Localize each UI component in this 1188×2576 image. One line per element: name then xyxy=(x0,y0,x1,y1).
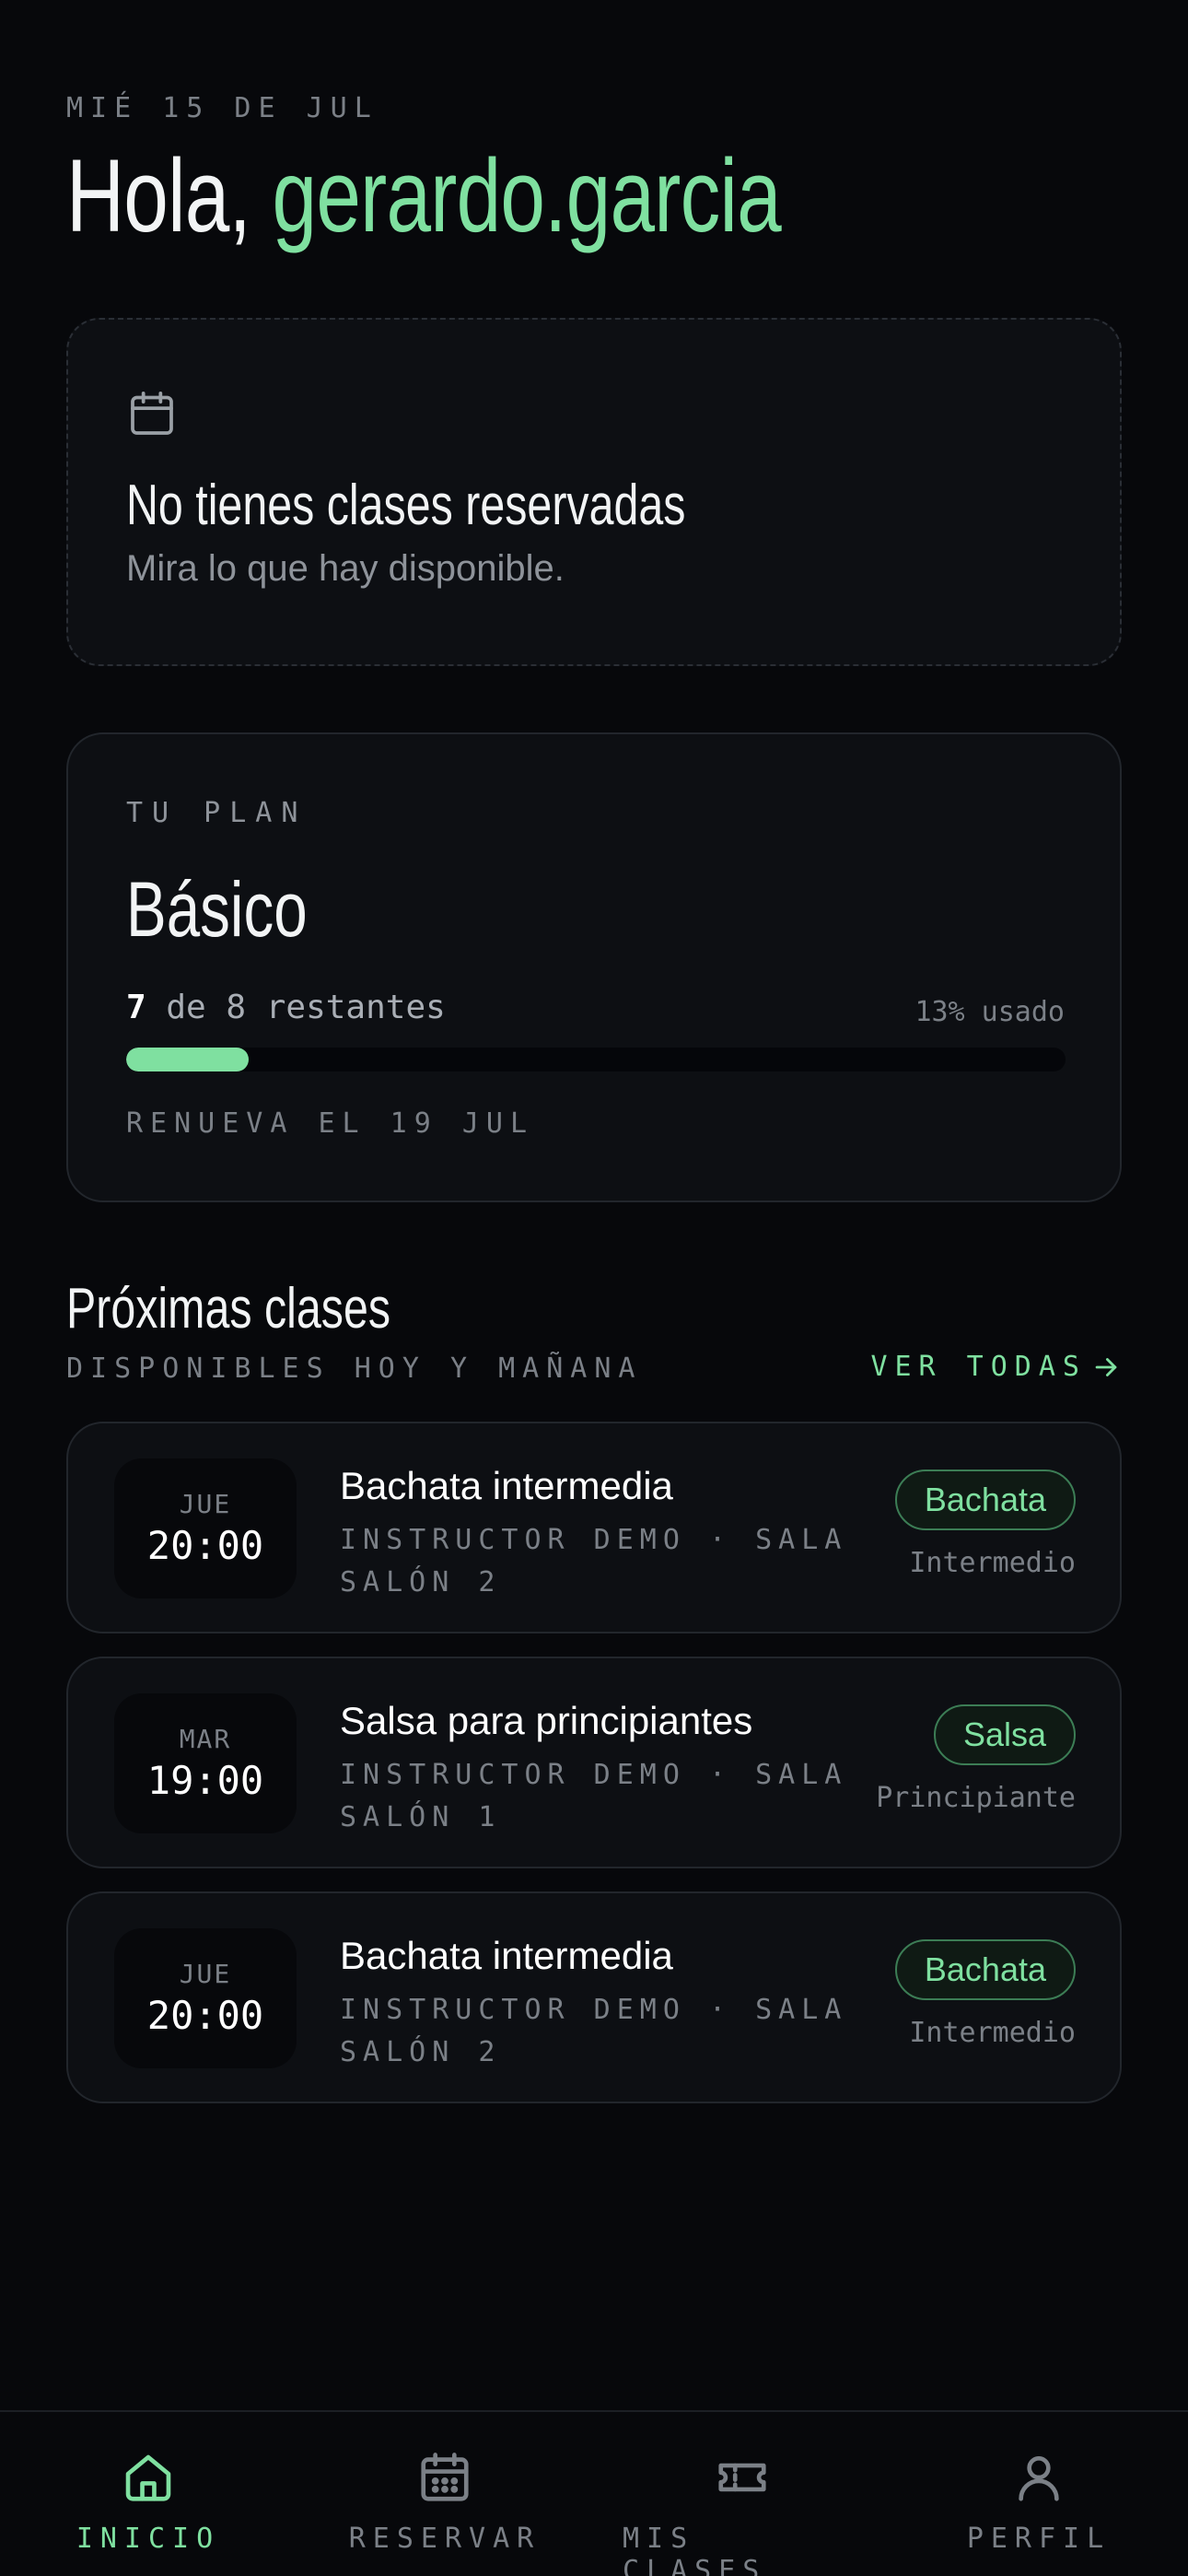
plan-remaining-count: 7 xyxy=(126,989,146,1026)
class-time: 20:00 xyxy=(146,1993,264,2038)
class-time-box: JUE 20:00 xyxy=(114,1458,297,1598)
user-icon xyxy=(1019,2456,1059,2501)
nav-item-mis-clases[interactable]: MIS CLASES xyxy=(623,2449,862,2576)
plan-remaining-text: de 8 restantes xyxy=(146,989,446,1026)
see-all-label: VER TODAS xyxy=(870,1351,1087,1383)
calendar-icon xyxy=(421,2453,469,2501)
no-bookings-card[interactable]: No tienes clases reservadas Mira lo que … xyxy=(66,318,1122,666)
empty-state-subtitle: Mira lo que hay disponible. xyxy=(126,548,565,589)
calendar-icon xyxy=(131,391,173,435)
class-day: MAR xyxy=(179,1724,232,1754)
date-line: MIÉ 15 DE JUL xyxy=(66,92,379,124)
class-day: JUE xyxy=(179,1959,232,1989)
nav-item-inicio[interactable]: INICIO xyxy=(29,2449,268,2555)
nav-label: PERFIL xyxy=(966,2523,1112,2555)
plan-renew-date: RENUEVA EL 19 JUL xyxy=(126,1107,535,1140)
class-level: Intermedio xyxy=(909,1547,1076,1579)
empty-state-title: No tienes clases reservadas xyxy=(126,474,686,537)
plan-label: TU PLAN xyxy=(126,797,308,829)
nav-label: INICIO xyxy=(76,2523,221,2555)
see-all-link[interactable]: VER TODAS xyxy=(870,1351,1122,1383)
section-subtitle: DISPONIBLES HOY Y MAÑANA xyxy=(66,1352,643,1385)
class-card[interactable]: JUE 20:00 Bachata intermedia INSTRUCTOR … xyxy=(66,1422,1122,1633)
class-card[interactable]: JUE 20:00 Bachata intermedia INSTRUCTOR … xyxy=(66,1891,1122,2103)
plan-progress-bar xyxy=(126,1048,1066,1071)
ticket-icon xyxy=(718,2463,766,2492)
plan-remaining: 7 de 8 restantes xyxy=(126,989,446,1026)
class-time-box: MAR 19:00 xyxy=(114,1693,297,1833)
plan-name: Básico xyxy=(126,866,308,953)
class-meta: INSTRUCTOR DEMO · SALA SALÓN 2 xyxy=(340,1524,848,1598)
class-day: JUE xyxy=(179,1489,232,1519)
nav-item-reservar[interactable]: RESERVAR xyxy=(325,2449,565,2555)
class-time: 19:00 xyxy=(146,1758,264,1803)
nav-item-perfil[interactable]: PERFIL xyxy=(919,2449,1159,2555)
username: gerardo.garcia xyxy=(272,138,782,253)
class-style-badge: Bachata xyxy=(894,1469,1076,1530)
section-title: Próximas clases xyxy=(66,1277,391,1341)
class-name: Bachata intermedia xyxy=(340,1464,673,1507)
class-time: 20:00 xyxy=(146,1523,264,1568)
plan-used: 13% usado xyxy=(914,996,1065,1028)
greeting-prefix: Hola, xyxy=(66,138,273,253)
home-icon xyxy=(125,2454,171,2501)
plan-card: TU PLAN Básico 7 de 8 restantes 13% usad… xyxy=(66,732,1122,1202)
nav-label: MIS CLASES xyxy=(623,2523,767,2576)
class-name: Bachata intermedia xyxy=(340,1934,673,1977)
class-style-badge: Salsa xyxy=(933,1704,1076,1765)
nav-label: RESERVAR xyxy=(348,2523,542,2555)
class-name: Salsa para principiantes xyxy=(340,1699,753,1742)
class-level: Intermedio xyxy=(909,2017,1076,2049)
class-meta: INSTRUCTOR DEMO · SALA SALÓN 2 xyxy=(340,1994,848,2068)
class-card[interactable]: MAR 19:00 Salsa para principiantes INSTR… xyxy=(66,1657,1122,1868)
class-level: Principiante xyxy=(876,1782,1076,1814)
bottom-nav: INICIO RESERVAR MIS CLASES PERFIL xyxy=(0,2410,1188,2576)
class-time-box: JUE 20:00 xyxy=(114,1928,297,2068)
arrow-right-icon xyxy=(1095,1357,1117,1376)
greeting: Hola, gerardo.garcia xyxy=(66,136,782,256)
class-style-badge: Bachata xyxy=(894,1939,1076,2000)
class-meta: INSTRUCTOR DEMO · SALA SALÓN 1 xyxy=(340,1759,848,1833)
plan-progress-fill xyxy=(126,1048,249,1071)
